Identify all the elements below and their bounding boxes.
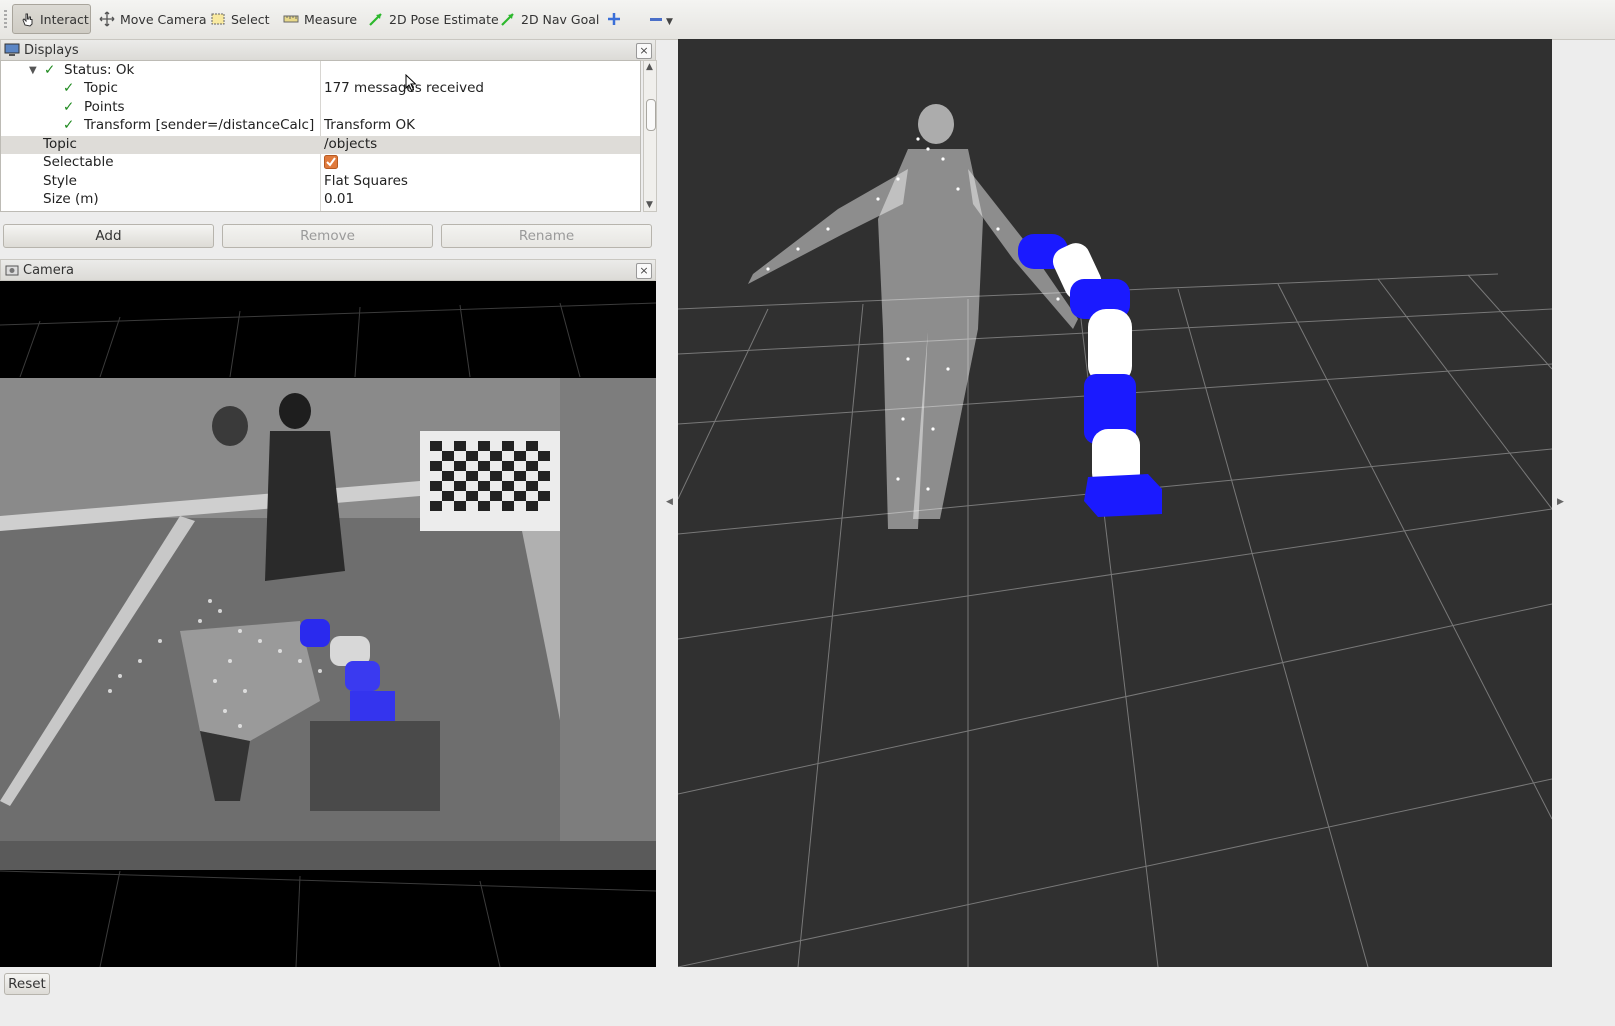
displays-panel-title: Displays: [24, 42, 79, 58]
tree-row-points[interactable]: ✓ Points: [1, 99, 640, 117]
tree-row-status[interactable]: ▼ ✓ Status: Ok: [1, 62, 640, 80]
green-arrow-icon: [500, 11, 516, 27]
tree-row-topic-status[interactable]: ✓ Topic 177 messages received: [1, 80, 640, 98]
selectable-label: Selectable: [43, 154, 114, 170]
selectable-checkbox[interactable]: [324, 155, 338, 173]
splitter-right-arrow-icon[interactable]: ▶: [1557, 497, 1564, 507]
chevron-down-icon: ▼: [666, 17, 673, 27]
scroll-down-icon[interactable]: ▼: [646, 200, 653, 210]
move-camera-tool-button[interactable]: Move Camera: [93, 4, 213, 34]
mouse-cursor-icon: [405, 73, 417, 96]
select-label: Select: [231, 11, 270, 27]
tree-row-selectable[interactable]: Selectable: [1, 154, 640, 172]
remove-button[interactable]: Remove: [222, 224, 433, 248]
tree-row-transform[interactable]: ✓ Transform [sender=/distanceCalc] Trans…: [1, 117, 640, 135]
toolbar-grip[interactable]: [4, 10, 7, 30]
tree-row-style[interactable]: Style Flat Squares: [1, 173, 640, 191]
camera-panel-title: Camera: [23, 262, 75, 278]
check-icon: ✓: [63, 117, 75, 133]
topic-label: Topic: [43, 136, 77, 152]
interact-tool-button[interactable]: Interact: [12, 4, 91, 34]
green-arrow-icon: [368, 11, 384, 27]
style-value[interactable]: Flat Squares: [324, 173, 408, 189]
camera-panel-header: Camera ×: [0, 259, 656, 281]
displays-panel-header: Displays ×: [0, 39, 656, 61]
points-label: Points: [84, 99, 125, 115]
transform-label: Transform [sender=/distanceCalc]: [84, 117, 315, 133]
move-camera-label: Move Camera: [120, 11, 207, 27]
add-button[interactable]: Add: [3, 224, 214, 248]
nav-goal-tool-button[interactable]: 2D Nav Goal: [494, 4, 605, 34]
scroll-up-icon[interactable]: ▲: [646, 62, 653, 72]
check-icon: ✓: [44, 62, 56, 78]
check-icon: ✓: [63, 99, 75, 115]
pose-estimate-tool-button[interactable]: 2D Pose Estimate: [362, 4, 505, 34]
expand-triangle-icon[interactable]: ▼: [29, 65, 37, 76]
splitter-left-arrow-icon[interactable]: ◀: [666, 497, 673, 507]
measure-tool-button[interactable]: Measure: [277, 4, 363, 34]
displays-scrollbar[interactable]: ▲ ▼: [643, 60, 657, 212]
reset-button[interactable]: Reset: [4, 973, 50, 995]
add-tool-button[interactable]: [600, 4, 633, 34]
nav-goal-label: 2D Nav Goal: [521, 11, 600, 27]
style-label: Style: [43, 173, 77, 189]
move-camera-icon: [99, 11, 115, 27]
close-icon[interactable]: ×: [636, 43, 652, 59]
hand-icon: [19, 11, 35, 27]
displays-tree: ▼ ✓ Status: Ok ✓ Topic 177 messages rece…: [0, 60, 641, 212]
minus-icon: [649, 11, 663, 27]
pose-estimate-label: 2D Pose Estimate: [389, 11, 499, 27]
3d-scene: [678, 104, 1552, 967]
topic-value[interactable]: /objects: [324, 136, 377, 152]
select-box-icon: [210, 11, 226, 27]
camera-image: [0, 302, 656, 967]
tree-row-topic[interactable]: Topic /objects: [1, 136, 640, 154]
tree-row-size[interactable]: Size (m) 0.01: [1, 191, 640, 209]
transform-value: Transform OK: [324, 117, 415, 133]
rename-button[interactable]: Rename: [441, 224, 652, 248]
remove-tool-menu-button[interactable]: ▼: [643, 4, 679, 34]
measure-label: Measure: [304, 11, 358, 27]
topic-status-label: Topic: [84, 80, 118, 96]
camera-icon: [5, 264, 19, 276]
select-tool-button[interactable]: Select: [204, 4, 276, 34]
scrollbar-thumb[interactable]: [646, 99, 656, 131]
close-icon[interactable]: ×: [636, 263, 652, 279]
topic-status-value: 177 messages received: [324, 80, 484, 96]
status-label: Status: Ok: [64, 62, 135, 78]
status-bar: Reset: [0, 967, 1615, 1026]
3d-render-view[interactable]: [678, 39, 1552, 967]
interact-label: Interact: [40, 11, 89, 27]
plus-icon: [606, 11, 622, 27]
ruler-icon: [283, 11, 299, 27]
camera-view[interactable]: [0, 281, 656, 967]
size-label: Size (m): [43, 191, 99, 207]
size-value[interactable]: 0.01: [324, 191, 354, 207]
monitor-icon: [4, 43, 20, 57]
check-icon: ✓: [63, 80, 75, 96]
main-toolbar: Interact Move Camera Select Measure 2D P…: [0, 0, 1615, 40]
